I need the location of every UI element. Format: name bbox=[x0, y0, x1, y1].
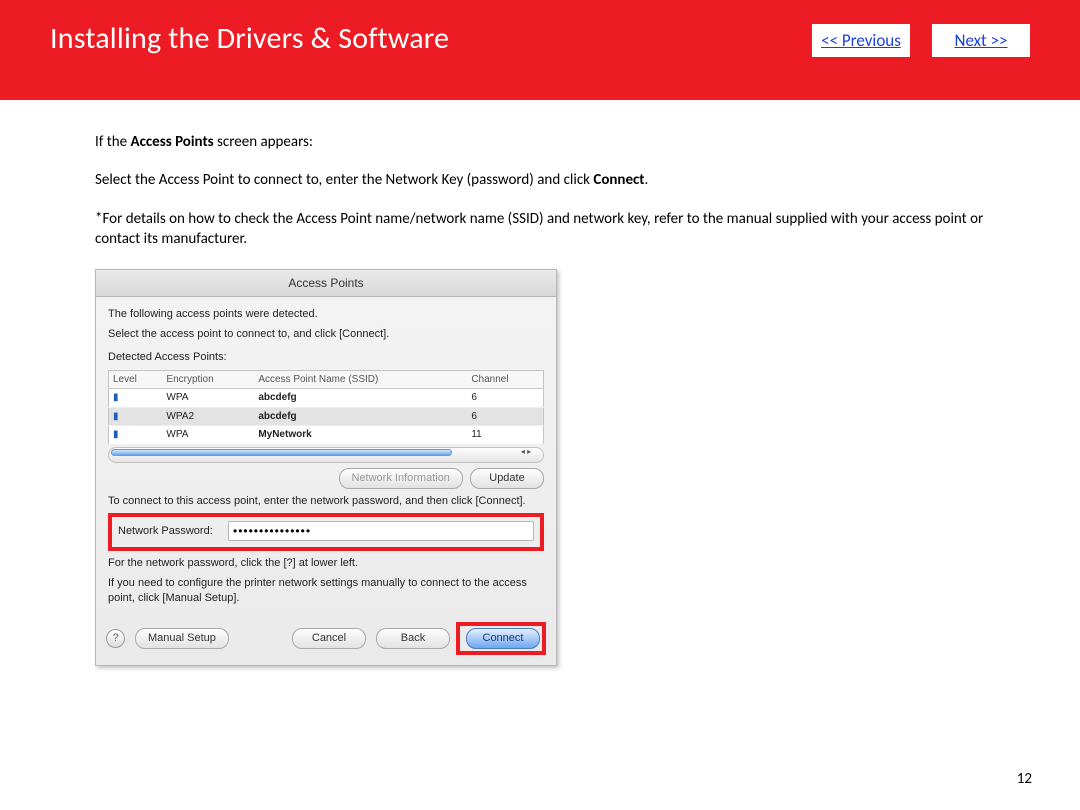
window-title: Access Points bbox=[96, 270, 556, 297]
cancel-button[interactable]: Cancel bbox=[292, 628, 366, 649]
update-button[interactable]: Update bbox=[470, 468, 544, 489]
signal-icon bbox=[113, 391, 123, 401]
network-password-input[interactable] bbox=[228, 521, 534, 541]
col-encryption: Encryption bbox=[162, 370, 254, 389]
help-text-1: For the network password, click the [?] … bbox=[108, 556, 544, 571]
scroll-arrows[interactable]: ◂ ▸ bbox=[511, 448, 541, 457]
network-information-button[interactable]: Network Information bbox=[339, 468, 463, 489]
help-icon[interactable]: ? bbox=[106, 629, 125, 648]
col-ssid: Access Point Name (SSID) bbox=[254, 370, 467, 389]
table-row[interactable]: WPA MyNetwork 11 bbox=[109, 426, 544, 445]
back-button[interactable]: Back bbox=[376, 628, 450, 649]
main-content: If the Access Points screen appears: Sel… bbox=[0, 100, 1080, 666]
scroll-thumb[interactable] bbox=[111, 449, 452, 456]
connect-hint: To connect to this access point, enter t… bbox=[108, 494, 544, 509]
col-level: Level bbox=[109, 370, 163, 389]
password-section: Network Password: bbox=[108, 513, 544, 551]
col-channel: Channel bbox=[467, 370, 543, 389]
window-intro-2: Select the access point to connect to, a… bbox=[108, 327, 544, 342]
signal-icon bbox=[113, 428, 123, 438]
manual-setup-button[interactable]: Manual Setup bbox=[135, 628, 229, 649]
signal-icon bbox=[113, 410, 123, 420]
next-button[interactable]: Next >> bbox=[932, 24, 1030, 57]
page-number: 12 bbox=[1017, 770, 1032, 788]
nav-buttons: << Previous Next >> bbox=[812, 24, 1030, 57]
password-label: Network Password: bbox=[118, 524, 228, 539]
access-points-window: Access Points The following access point… bbox=[95, 269, 557, 666]
window-intro-1: The following access points were detecte… bbox=[108, 307, 544, 322]
detected-label: Detected Access Points: bbox=[108, 350, 544, 365]
table-row[interactable]: WPA abcdefg 6 bbox=[109, 389, 544, 408]
intro-line-2: Select the Access Point to connect to, e… bbox=[95, 170, 1030, 190]
table-row[interactable]: WPA2 abcdefg 6 bbox=[109, 407, 544, 426]
access-points-table[interactable]: Level Encryption Access Point Name (SSID… bbox=[108, 370, 544, 445]
footnote: *For details on how to check the Access … bbox=[95, 209, 1030, 250]
previous-button[interactable]: << Previous bbox=[812, 24, 910, 57]
page-title: Installing the Drivers & Software bbox=[50, 20, 449, 57]
intro-line-1: If the Access Points screen appears: bbox=[95, 132, 1030, 152]
header-bar: Installing the Drivers & Software << Pre… bbox=[0, 0, 1080, 100]
connect-highlight: Connect bbox=[456, 622, 546, 655]
horizontal-scrollbar[interactable]: ◂ ▸ bbox=[108, 447, 544, 463]
help-text-2: If you need to configure the printer net… bbox=[108, 576, 544, 606]
connect-button[interactable]: Connect bbox=[466, 628, 540, 649]
